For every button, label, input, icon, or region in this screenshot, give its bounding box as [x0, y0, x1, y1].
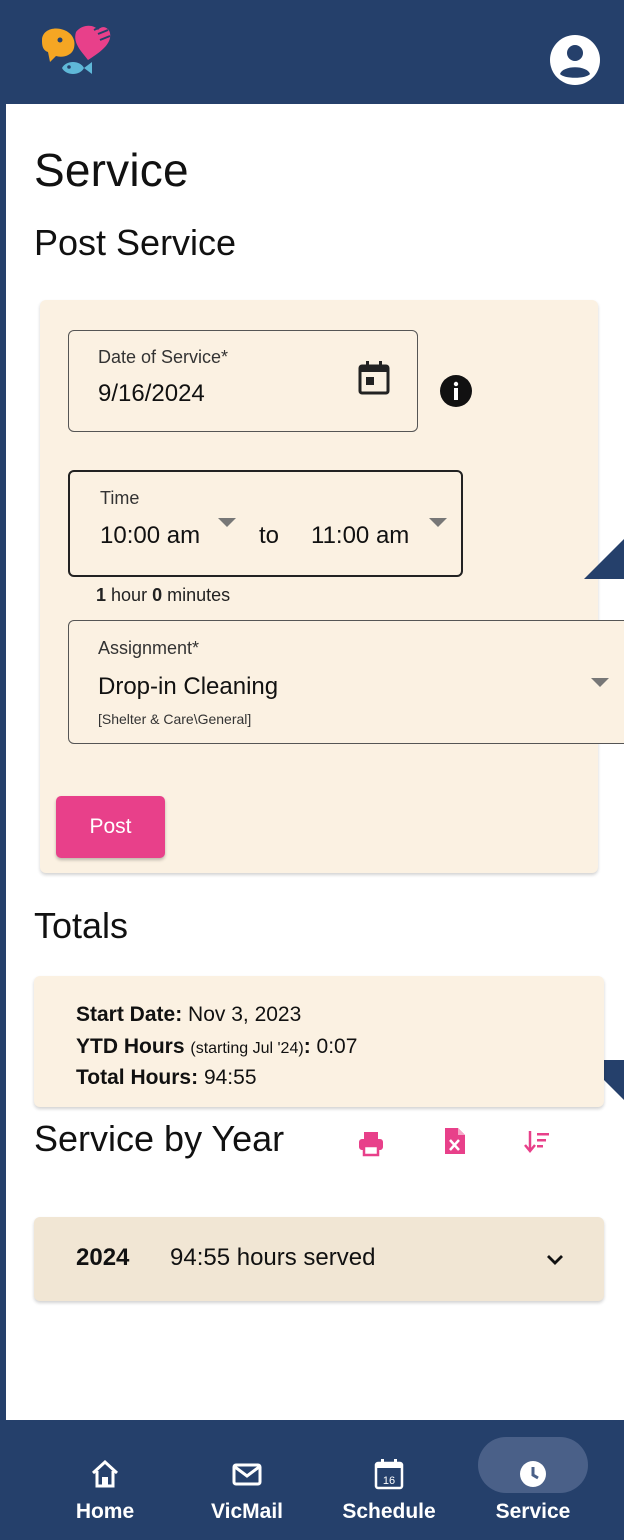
sort-icon[interactable]	[524, 1128, 550, 1156]
calendar-icon[interactable]	[357, 360, 391, 396]
nav-item-home[interactable]: Home	[50, 1420, 160, 1540]
start-date-value: Nov 3, 2023	[188, 1003, 302, 1026]
logo-icon[interactable]	[36, 22, 116, 84]
excel-file-icon[interactable]	[442, 1127, 468, 1155]
ytd-hours-colon: :	[303, 1035, 311, 1058]
time-label: Time	[100, 488, 140, 508]
date-of-service-label: Date of Service*	[98, 347, 229, 367]
chevron-down-icon[interactable]	[545, 1250, 565, 1270]
ytd-hours-note: (starting Jul '24)	[190, 1040, 304, 1057]
page-title: Service	[34, 144, 189, 196]
calendar-day-number: 16	[383, 1475, 395, 1487]
nav-item-vicmail[interactable]: VicMail	[192, 1420, 302, 1540]
time-to-select[interactable]: 11:00 am	[311, 522, 409, 550]
top-app-bar	[0, 0, 624, 104]
calendar-icon: 16	[374, 1459, 404, 1490]
post-service-heading: Post Service	[34, 222, 237, 263]
assignment-label: Assignment*	[98, 638, 200, 658]
mail-icon	[232, 1463, 262, 1486]
account-icon[interactable]	[549, 34, 601, 86]
nav-label-schedule: Schedule	[342, 1500, 436, 1523]
total-hours-row: Total Hours: 94:55	[76, 1066, 257, 1090]
assignment-value[interactable]: Drop-in Cleaning	[98, 673, 278, 701]
clock-icon	[520, 1461, 546, 1487]
nav-label-home: Home	[75, 1500, 135, 1523]
ytd-hours-label: YTD Hours	[76, 1035, 185, 1058]
info-icon[interactable]	[439, 374, 473, 408]
totals-heading: Totals	[34, 905, 129, 946]
nav-label-vicmail: VicMail	[211, 1500, 283, 1523]
total-hours-label: Total Hours:	[76, 1066, 199, 1089]
time-from-dropdown-icon[interactable]	[218, 518, 236, 527]
app-frame: Service Post Service Date of Service* 9/…	[0, 0, 624, 1540]
nav-label-service: Service	[495, 1500, 571, 1523]
assignment-category: [Shelter & Care\General]	[98, 711, 252, 727]
year-label: 2024	[76, 1244, 130, 1271]
duration-minutes-unit: minutes	[167, 585, 231, 605]
nav-item-schedule[interactable]: 16 Schedule	[334, 1420, 444, 1540]
time-from-select[interactable]: 10:00 am	[100, 522, 200, 550]
print-icon[interactable]	[358, 1129, 384, 1157]
service-by-year-heading: Service by Year	[34, 1118, 285, 1159]
decorative-triangle	[584, 534, 624, 579]
duration-text: 1 hour 0 minutes	[96, 585, 230, 606]
date-of-service-value[interactable]: 9/16/2024	[98, 380, 205, 408]
left-border	[0, 104, 6, 1420]
home-icon	[91, 1459, 119, 1488]
time-to-word: to	[259, 522, 280, 549]
post-button[interactable]: Post	[56, 796, 165, 858]
ytd-hours-value: 0:07	[316, 1035, 358, 1058]
start-date-row: Start Date: Nov 3, 2023	[76, 1003, 301, 1027]
start-date-label: Start Date:	[76, 1003, 183, 1026]
year-hours-served: 94:55 hours served	[170, 1244, 376, 1271]
assignment-dropdown-icon[interactable]	[591, 678, 609, 687]
duration-hours: 1	[96, 585, 107, 605]
nav-item-service[interactable]: Service	[478, 1420, 588, 1540]
ytd-hours-row: YTD Hours (starting Jul '24): 0:07	[76, 1035, 357, 1059]
total-hours-value: 94:55	[203, 1066, 257, 1089]
time-to-dropdown-icon[interactable]	[429, 518, 447, 527]
duration-minutes: 0	[152, 585, 163, 605]
duration-hours-unit: hour	[111, 585, 148, 605]
